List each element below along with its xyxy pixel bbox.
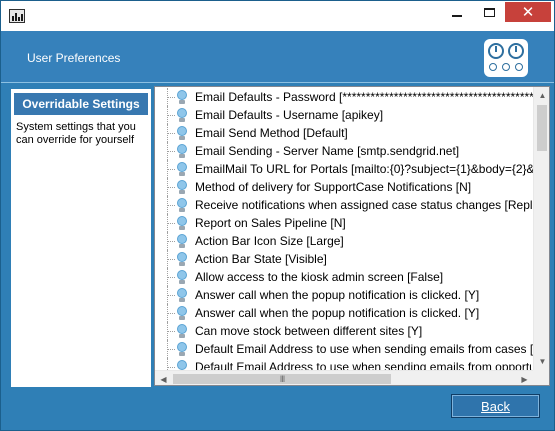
tree-line (167, 358, 168, 370)
lightbulb-icon (175, 90, 188, 105)
setting-label: EmailMail To URL for Portals [mailto:{0}… (195, 162, 533, 176)
maximize-button[interactable] (475, 2, 503, 22)
setting-label: Answer call when the popup notification … (195, 288, 480, 302)
page-title: User Preferences (27, 51, 121, 65)
setting-label: Default Email Address to use when sendin… (195, 342, 533, 356)
user-preferences-window: ✕ User Preferences Overridable Settings … (0, 0, 555, 431)
chart-window-icon (9, 9, 25, 23)
maximize-icon (483, 7, 495, 17)
scroll-down-icon[interactable]: ▼ (534, 353, 549, 370)
settings-list: Email Defaults - Password [*************… (155, 87, 533, 370)
tree-branch (167, 241, 175, 242)
tree-branch (167, 133, 175, 134)
app-logo-icon (484, 39, 528, 77)
setting-label: Action Bar State [Visible] (195, 252, 327, 266)
page-header: User Preferences (1, 31, 554, 83)
setting-label: Method of delivery for SupportCase Notif… (195, 180, 472, 194)
setting-label: Report on Sales Pipeline [N] (195, 216, 346, 230)
list-item[interactable]: Action Bar State [Visible] (155, 250, 533, 268)
sidebar: Overridable Settings System settings tha… (11, 89, 151, 387)
lightbulb-icon (175, 360, 188, 370)
lightbulb-icon (175, 180, 188, 195)
tree-branch (167, 313, 175, 314)
sidebar-description: System settings that you can override fo… (16, 121, 136, 146)
setting-label: Email Defaults - Password [*************… (195, 90, 533, 104)
tree-branch (167, 277, 175, 278)
tree-branch (167, 259, 175, 260)
list-item[interactable]: Answer call when the popup notification … (155, 286, 533, 304)
lightbulb-icon (175, 216, 188, 231)
setting-label: Action Bar Icon Size [Large] (195, 234, 344, 248)
list-item[interactable]: Receive notifications when assigned case… (155, 196, 533, 214)
scroll-up-icon[interactable]: ▲ (534, 87, 549, 104)
list-item[interactable]: Default Email Address to use when sendin… (155, 340, 533, 358)
lightbulb-icon (175, 342, 188, 357)
scrollbar-corner (533, 370, 549, 385)
lightbulb-icon (175, 234, 188, 249)
setting-label: Email Defaults - Username [apikey] (195, 108, 384, 122)
setting-label: Email Sending - Server Name [smtp.sendgr… (195, 144, 460, 158)
lightbulb-icon (175, 126, 188, 141)
lightbulb-icon (175, 252, 188, 267)
lightbulb-icon (175, 288, 188, 303)
setting-label: Answer call when the popup notification … (195, 306, 480, 320)
lightbulb-icon (175, 144, 188, 159)
list-item[interactable]: Allow access to the kiosk admin screen [… (155, 268, 533, 286)
vertical-scroll-thumb[interactable] (537, 105, 547, 151)
close-icon: ✕ (521, 2, 535, 21)
tree-branch (167, 151, 175, 152)
tree-branch (167, 331, 175, 332)
sidebar-title[interactable]: Overridable Settings (14, 93, 148, 115)
list-item[interactable]: Method of delivery for SupportCase Notif… (155, 178, 533, 196)
setting-label: Default Email Address to use when sendin… (195, 360, 533, 370)
list-item[interactable]: Action Bar Icon Size [Large] (155, 232, 533, 250)
tree-branch (167, 349, 175, 350)
minimize-button[interactable] (443, 2, 471, 22)
list-item[interactable]: Default Email Address to use when sendin… (155, 358, 533, 370)
title-bar[interactable]: ✕ (1, 1, 554, 31)
list-item[interactable]: EmailMail To URL for Portals [mailto:{0}… (155, 160, 533, 178)
minimize-icon (452, 15, 462, 17)
lightbulb-icon (175, 108, 188, 123)
setting-label: Allow access to the kiosk admin screen [… (195, 270, 444, 284)
scroll-right-icon[interactable]: ▶ (516, 371, 533, 385)
setting-label: Email Send Method [Default] (195, 126, 348, 140)
list-item[interactable]: Email Send Method [Default] (155, 124, 533, 142)
horizontal-scroll-thumb[interactable]: III (173, 374, 391, 384)
tree-branch (167, 115, 175, 116)
vertical-scrollbar[interactable]: ▲ ▼ (533, 87, 549, 370)
list-item[interactable]: Can move stock between different sites [… (155, 322, 533, 340)
setting-label: Receive notifications when assigned case… (195, 198, 533, 212)
tree-branch (167, 97, 175, 98)
tree-branch (167, 187, 175, 188)
back-button[interactable]: Back (451, 394, 540, 418)
lightbulb-icon (175, 324, 188, 339)
list-item[interactable]: Report on Sales Pipeline [N] (155, 214, 533, 232)
horizontal-scrollbar[interactable]: ◀ III ▶ (155, 370, 533, 385)
lightbulb-icon (175, 162, 188, 177)
tree-branch (167, 367, 175, 368)
list-item[interactable]: Email Defaults - Username [apikey] (155, 106, 533, 124)
tree-branch (167, 169, 175, 170)
settings-tree[interactable]: Email Defaults - Password [*************… (154, 86, 550, 386)
lightbulb-icon (175, 270, 188, 285)
tree-branch (167, 205, 175, 206)
tree-branch (167, 295, 175, 296)
tree-branch (167, 223, 175, 224)
scroll-left-icon[interactable]: ◀ (155, 371, 172, 385)
lightbulb-icon (175, 306, 188, 321)
list-item[interactable]: Answer call when the popup notification … (155, 304, 533, 322)
list-item[interactable]: Email Sending - Server Name [smtp.sendgr… (155, 142, 533, 160)
list-item[interactable]: Email Defaults - Password [*************… (155, 88, 533, 106)
close-button[interactable]: ✕ (505, 2, 551, 22)
setting-label: Can move stock between different sites [… (195, 324, 423, 338)
back-button-label: Back (481, 398, 510, 414)
lightbulb-icon (175, 198, 188, 213)
